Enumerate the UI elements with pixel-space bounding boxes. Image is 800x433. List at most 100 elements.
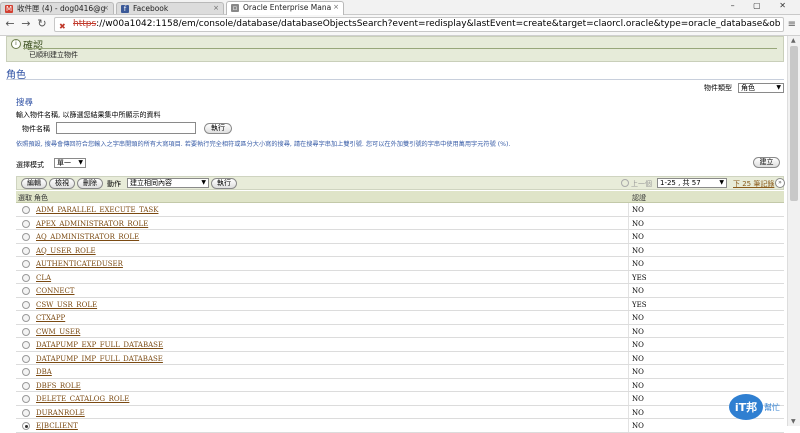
browser-tab[interactable]: ▫ Oracle Enterprise Mana ×: [226, 1, 344, 15]
page-scrollbar[interactable]: ▲ ▼: [787, 36, 800, 426]
row-select-radio[interactable]: [22, 395, 30, 403]
action-go-button[interactable]: 執行: [211, 178, 237, 189]
browser-tab[interactable]: M 收件匣 (4) - dog0416@g ×: [0, 2, 114, 14]
authentication-value: NO: [632, 395, 644, 403]
column-header-authentication[interactable]: 認證: [632, 193, 646, 203]
close-tab-icon[interactable]: ×: [213, 3, 219, 14]
row-select-radio[interactable]: [22, 260, 30, 268]
row-select-radio[interactable]: [22, 354, 30, 363]
close-tab-icon[interactable]: ×: [333, 2, 339, 13]
search-go-button[interactable]: 執行: [204, 123, 232, 134]
column-separator: [628, 297, 629, 310]
browser-tab-label: Facebook: [133, 4, 169, 13]
column-separator: [628, 351, 629, 364]
browser-toolbar: ← → ↻ ✖ https://w00a1042:1158/em/console…: [0, 15, 800, 36]
row-select-radio[interactable]: [22, 219, 30, 228]
roles-table-body: ADM_PARALLEL_EXECUTE_TASK NO APEX_ADMINIST…: [16, 203, 784, 433]
role-name-link[interactable]: CLA: [36, 274, 51, 282]
authentication-value: NO: [632, 368, 644, 376]
role-name-link[interactable]: AQ_USER_ROLE: [36, 247, 96, 255]
role-name-link[interactable]: CSW_USR_ROLE: [36, 301, 97, 309]
reload-icon[interactable]: ↻: [36, 18, 48, 30]
column-header-role[interactable]: 角色: [34, 193, 48, 203]
row-select-radio[interactable]: [22, 233, 30, 241]
action-select[interactable]: 建立相同內容 ▼: [127, 178, 209, 188]
authentication-value: YES: [632, 273, 647, 282]
table-row: CLA YES: [16, 270, 784, 284]
record-range-select[interactable]: 1-25 , 共 57 ▼: [657, 178, 727, 188]
row-select-radio[interactable]: [22, 422, 30, 430]
role-name-link[interactable]: DELETE_CATALOG_ROLE: [36, 395, 129, 403]
browser-tab[interactable]: f Facebook ×: [116, 2, 224, 14]
forward-icon[interactable]: →: [20, 18, 32, 30]
row-select-radio[interactable]: [22, 408, 30, 417]
row-select-radio[interactable]: [22, 287, 30, 295]
authentication-value: NO: [632, 246, 644, 255]
role-name-link[interactable]: APEX_ADMINISTRATOR_ROLE: [36, 220, 148, 228]
object-type-select[interactable]: 角色 ▼: [738, 83, 784, 93]
table-row: APEX_ADMINISTRATOR_ROLE NO: [16, 216, 784, 230]
next-icon[interactable]: »: [775, 178, 785, 188]
role-name-link[interactable]: DATAPUMP_EXP_FULL_DATABASE: [36, 341, 163, 349]
previous-icon: [621, 179, 629, 187]
role-name-link[interactable]: AQ_ADMINISTRATOR_ROLE: [36, 233, 139, 241]
action-value: 建立相同內容: [130, 179, 172, 187]
back-icon[interactable]: ←: [4, 18, 16, 30]
watermark-sub-text: 幫忙: [764, 402, 780, 412]
window-controls[interactable]: – ▢ ✕: [731, 1, 794, 10]
selection-mode-select[interactable]: 單一 ▼: [54, 158, 86, 168]
role-name-link[interactable]: DATAPUMP_IMP_FULL_DATABASE: [36, 355, 163, 363]
column-separator: [628, 405, 629, 418]
row-select-radio[interactable]: [22, 246, 30, 255]
browser-menu-icon[interactable]: ≡: [788, 20, 796, 30]
row-select-radio[interactable]: [22, 341, 30, 349]
create-button[interactable]: 建立: [753, 157, 780, 168]
row-select-radio[interactable]: [22, 300, 30, 309]
row-select-radio[interactable]: [22, 314, 30, 322]
role-name-link[interactable]: CONNECT: [36, 287, 74, 295]
role-name-link[interactable]: DURANROLE: [36, 409, 85, 417]
delete-button[interactable]: 刪除: [77, 178, 103, 189]
row-select-radio[interactable]: [22, 381, 30, 390]
table-row: DATAPUMP_IMP_FULL_DATABASE NO: [16, 351, 784, 365]
role-name-link[interactable]: CWM_USER: [36, 328, 80, 336]
table-row: DELETE_CATALOG_ROLE NO: [16, 392, 784, 406]
row-select-radio[interactable]: [22, 327, 30, 336]
object-name-label: 物件名稱: [22, 125, 50, 133]
role-name-link[interactable]: ADM_PARALLEL_EXECUTE_TASK: [36, 206, 158, 214]
table-row: CSW_USR_ROLE YES: [16, 297, 784, 311]
action-toolbar: 編輯 檢視 刪除 動作 建立相同內容 ▼ 執行 上一個 1-25 , 共 57 …: [16, 176, 785, 190]
previous-page-link: 上一個: [621, 179, 652, 189]
edit-button[interactable]: 編輯: [21, 178, 47, 189]
role-name-link[interactable]: AUTHENTICATEDUSER: [36, 260, 123, 268]
scroll-up-icon[interactable]: ▲: [791, 37, 796, 44]
authentication-value: NO: [632, 260, 644, 268]
selection-mode-label: 選擇模式: [16, 161, 44, 169]
authentication-value: NO: [632, 408, 644, 417]
row-select-radio[interactable]: [22, 273, 30, 282]
object-name-input[interactable]: [56, 122, 196, 134]
row-select-radio[interactable]: [22, 206, 30, 214]
view-button[interactable]: 檢視: [49, 178, 75, 189]
browser-tab-label: 收件匣 (4) - dog0416@g: [17, 4, 106, 13]
watermark-main-text: iT邦: [735, 400, 757, 414]
ithome-watermark-logo: iT邦 幫忙: [728, 392, 782, 422]
table-header: 選取 角色 認證: [16, 191, 784, 203]
scroll-thumb[interactable]: [790, 46, 798, 201]
table-row: DATAPUMP_EXP_FULL_DATABASE NO: [16, 338, 784, 352]
close-tab-icon[interactable]: ×: [103, 3, 109, 14]
column-separator: [628, 216, 629, 229]
address-bar[interactable]: ✖ https://w00a1042:1158/em/console/datab…: [54, 17, 784, 32]
role-name-link[interactable]: DBA: [36, 368, 52, 376]
role-name-link[interactable]: EJBCLIENT: [36, 422, 78, 430]
title-divider: [6, 79, 784, 80]
next-page-link[interactable]: 下 25 筆記錄: [733, 179, 774, 189]
role-name-link[interactable]: CTXAPP: [36, 314, 65, 322]
watermark-logo-graphic: iT邦 幫忙: [729, 394, 780, 420]
url-text: ://w00a1042:1158/em/console/database/dat…: [96, 19, 781, 29]
table-row: DBA NO: [16, 365, 784, 379]
scroll-down-icon[interactable]: ▼: [791, 418, 796, 425]
row-select-radio[interactable]: [22, 368, 30, 376]
role-name-link[interactable]: DBFS_ROLE: [36, 382, 81, 390]
confirmation-message: 已順利建立物件: [29, 51, 78, 59]
